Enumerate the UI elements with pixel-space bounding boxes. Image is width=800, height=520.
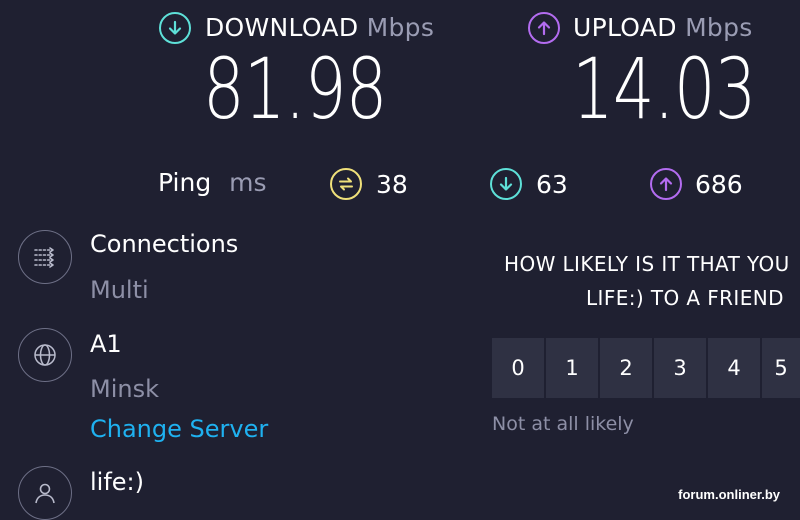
survey-question-line1: HOW LIKELY IS IT THAT YOU (504, 252, 790, 276)
server-location: Minsk (90, 375, 159, 403)
connections-title: Connections (90, 230, 239, 258)
survey-question-line2: LIFE:) TO A FRIEND (586, 286, 784, 310)
ping-label: Ping ms (158, 168, 267, 197)
upload-latency-icon (650, 168, 682, 200)
ping-unit: ms (229, 168, 267, 197)
watermark: forum.onliner.by (678, 487, 780, 502)
ping-upload-value: 686 (695, 170, 743, 199)
rating-option-4[interactable]: 4 (708, 338, 760, 398)
download-label: DOWNLOAD (205, 13, 359, 42)
upload-label: UPLOAD (573, 13, 677, 42)
rating-option-0[interactable]: 0 (492, 338, 544, 398)
connections-value: Multi (90, 276, 149, 304)
survey-low-label: Not at all likely (492, 413, 634, 435)
ping-icon (330, 168, 362, 200)
upload-value: 14.03 (572, 40, 756, 138)
user-icon (18, 466, 72, 520)
download-latency-icon (490, 168, 522, 200)
change-server-link[interactable]: Change Server (90, 415, 268, 443)
rating-option-2[interactable]: 2 (600, 338, 652, 398)
ping-idle-value: 38 (376, 170, 408, 199)
download-icon (159, 12, 191, 44)
download-value: 81.98 (203, 40, 387, 138)
download-unit: Mbps (366, 13, 435, 42)
upload-title: UPLOAD Mbps (573, 13, 753, 42)
rating-option-3[interactable]: 3 (654, 338, 706, 398)
server-name: A1 (90, 330, 122, 358)
ping-text: Ping (158, 168, 212, 197)
rating-option-1[interactable]: 1 (546, 338, 598, 398)
rating-option-5[interactable]: 5 (762, 338, 800, 398)
download-title: DOWNLOAD Mbps (205, 13, 434, 42)
provider-name: life:) (90, 468, 144, 496)
upload-unit: Mbps (685, 13, 753, 42)
ping-download-value: 63 (536, 170, 568, 199)
connections-icon[interactable] (18, 230, 72, 284)
upload-icon (528, 12, 560, 44)
globe-icon (18, 328, 72, 382)
